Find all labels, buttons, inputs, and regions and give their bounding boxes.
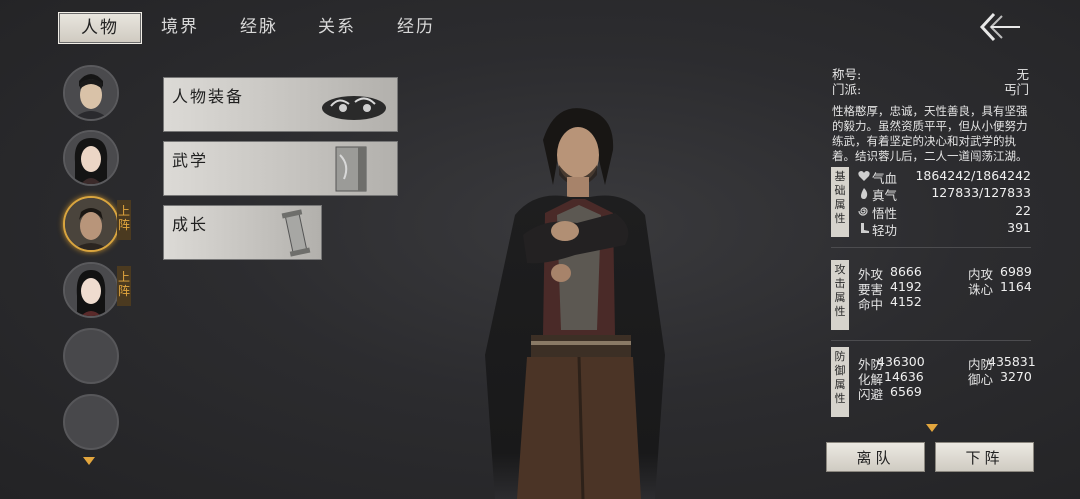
defense-attributes-tag: 防御属性	[831, 347, 849, 417]
roster-avatar-4[interactable]	[63, 262, 119, 318]
qi-value: 127833/127833	[931, 185, 1031, 200]
tab-relations[interactable]: 关系	[302, 12, 372, 42]
hit-value: 4152	[890, 294, 922, 309]
hp-value: 1864242/1864242	[915, 168, 1031, 183]
deployed-badge: 上阵	[117, 200, 131, 240]
tab-realm[interactable]: 境界	[145, 12, 215, 42]
hit-label: 命中	[858, 297, 884, 312]
agility-label: 轻功	[872, 223, 898, 238]
attack-attributes-tag: 攻击属性	[831, 260, 849, 330]
portrait-icon	[65, 198, 117, 250]
qi-label: 真气	[872, 188, 898, 203]
vital-value: 4192	[890, 279, 922, 294]
equipment-label: 人物装备	[172, 87, 245, 106]
chevron-down-icon[interactable]	[925, 423, 939, 433]
inner-attack-value: 6989	[1000, 264, 1032, 279]
martial-arts-card[interactable]: 武学	[163, 141, 398, 196]
tab-character[interactable]: 人物	[58, 12, 142, 44]
divider	[831, 340, 1031, 341]
wisdom-value: 22	[1015, 203, 1031, 218]
book-icon	[335, 146, 367, 192]
heart-strike-label: 诛心	[968, 282, 994, 297]
roster-avatar-1[interactable]	[63, 65, 119, 121]
outer-attack-value: 8666	[890, 264, 922, 279]
roster-avatar-2[interactable]	[63, 130, 119, 186]
martial-arts-label: 武学	[172, 151, 209, 170]
portrait-icon	[65, 132, 117, 184]
character-figure	[485, 108, 665, 499]
heart-icon	[858, 171, 870, 181]
equipment-card[interactable]: 人物装备	[163, 77, 398, 132]
roster-avatar-3-selected[interactable]	[63, 196, 119, 252]
roster-slot-empty[interactable]	[63, 328, 119, 384]
leave-team-button[interactable]: 离队	[826, 442, 925, 472]
withdraw-button[interactable]: 下阵	[935, 442, 1034, 472]
back-arrow-icon	[979, 12, 1020, 42]
character-description: 性格憨厚，忠诚，天性善良，具有坚强的毅力。虽然资质平平，但从小便努力练武，有着坚…	[832, 104, 1028, 163]
dodge-label: 闪避	[858, 387, 884, 402]
tab-meridians[interactable]: 经脉	[224, 12, 294, 42]
heart-strike-value: 1164	[1000, 279, 1032, 294]
roster-slot-empty[interactable]	[63, 394, 119, 450]
outer-defense-value: 436300	[877, 354, 925, 369]
inner-defense-value: 435831	[988, 354, 1036, 369]
sect-label: 门派:	[832, 82, 862, 97]
guard-value: 3270	[1000, 369, 1032, 384]
agility-value: 391	[1007, 220, 1031, 235]
foot-icon	[861, 223, 869, 233]
equipment-icon	[322, 96, 386, 120]
growth-card[interactable]: 成长	[163, 205, 322, 260]
basic-attributes-tag: 基础属性	[831, 167, 849, 237]
dodge-value: 6569	[890, 384, 922, 399]
growth-label: 成长	[172, 215, 209, 234]
resolve-value: 14636	[884, 369, 924, 384]
divider	[831, 247, 1031, 248]
flame-icon	[861, 188, 868, 199]
spiral-icon	[858, 207, 868, 216]
portrait-icon	[65, 264, 117, 316]
deployed-badge: 上阵	[117, 266, 131, 306]
portrait-icon	[65, 67, 117, 119]
guard-label: 御心	[968, 372, 994, 387]
tab-experience[interactable]: 经历	[381, 12, 451, 42]
back-button[interactable]	[976, 10, 1024, 44]
scroll-icon	[281, 209, 311, 257]
sect-value: 丐门	[1003, 82, 1029, 97]
chevron-down-icon[interactable]	[82, 456, 96, 466]
